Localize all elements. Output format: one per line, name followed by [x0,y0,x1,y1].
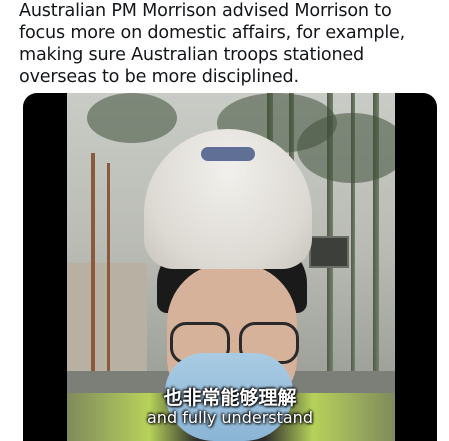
video-subtitle-english: and fully understand [147,408,313,427]
video-player[interactable]: 也非常能够理解 and fully understand [23,93,437,441]
tweet-text: Australian PM Morrison advised Morrison … [19,1,406,87]
video-subtitle-chinese: 也非常能够理解 [163,387,297,409]
